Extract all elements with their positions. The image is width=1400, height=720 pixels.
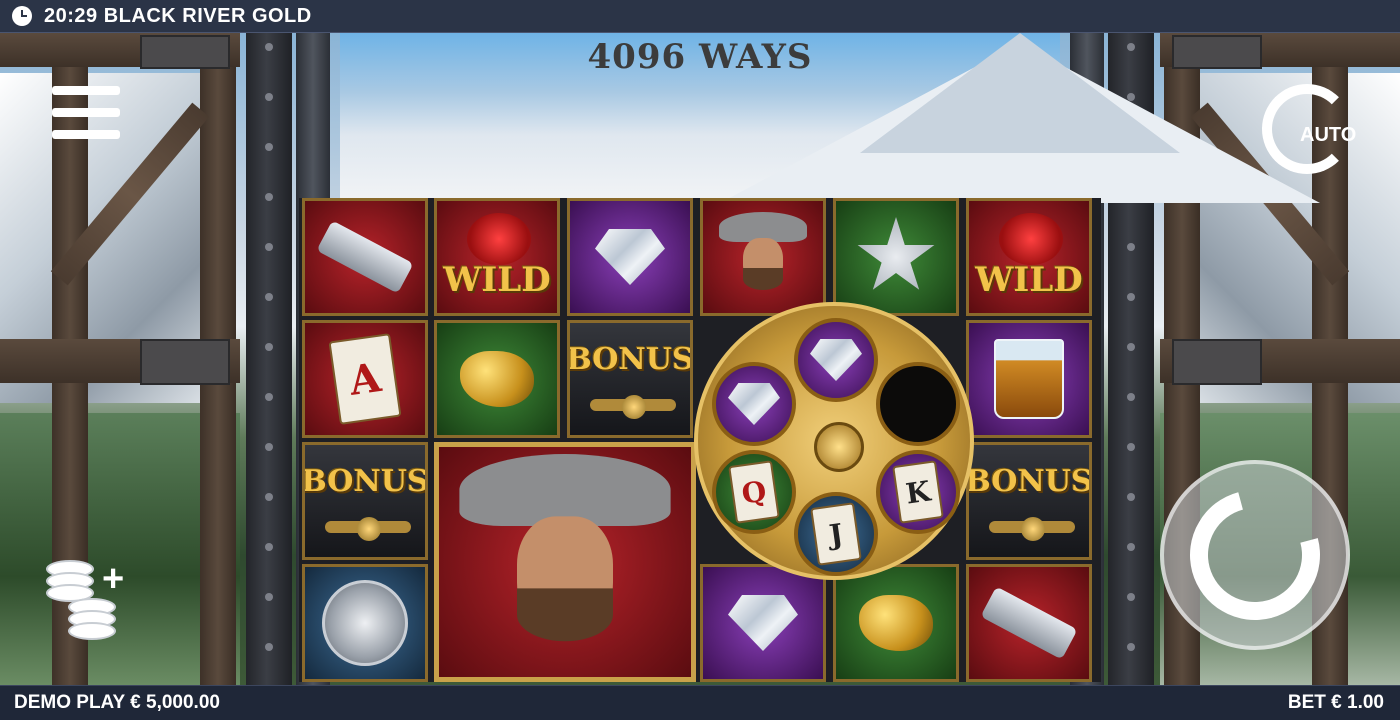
- gold-nugget-icon: [460, 351, 534, 407]
- symbol-ace-cards: A: [302, 320, 428, 438]
- symbol-diamond: [700, 564, 826, 682]
- ways-banner: 4096 WAYS: [587, 37, 813, 77]
- steel-pillar-left: [246, 33, 292, 686]
- symbol-diamond: [567, 198, 693, 316]
- sheriff-star-icon: [857, 217, 935, 290]
- metal-plate: [140, 35, 230, 69]
- gold-nugget-icon: [859, 595, 933, 651]
- metal-plate: [1172, 339, 1262, 385]
- symbol-wild: WILD: [434, 198, 560, 316]
- pistol-icon: [316, 220, 414, 294]
- revolver-cylinder: Q K J: [694, 302, 974, 580]
- symbol-bonus: BONUS: [567, 320, 693, 438]
- symbol-whiskey-glass: [966, 320, 1092, 438]
- autoplay-label: AUTO: [1300, 124, 1357, 146]
- top-bar: 20:29 BLACK RIVER GOLD: [0, 0, 1400, 33]
- pistol-icon: [980, 586, 1078, 660]
- symbol-cowboy-giant: [434, 442, 696, 682]
- metal-plate: [140, 339, 230, 385]
- diamond-icon: [728, 595, 798, 651]
- chamber-king: K: [876, 450, 960, 534]
- symbol-derringer-pistol: [966, 564, 1092, 682]
- rose-icon: [467, 213, 531, 265]
- symbol-gold-nugget: [434, 320, 560, 438]
- diamond-icon: [810, 339, 862, 381]
- plus-icon: +: [102, 558, 125, 600]
- balance-display: DEMO PLAY € 5,000.00: [14, 692, 220, 713]
- symbol-bolo-tie: [302, 564, 428, 682]
- hamburger-icon: [52, 86, 120, 95]
- whiskey-glass-icon: [994, 339, 1064, 419]
- symbol-cowboy: [700, 198, 826, 316]
- menu-button[interactable]: [52, 86, 120, 142]
- clock-icon: [12, 6, 32, 26]
- rose-icon: [999, 213, 1063, 265]
- chamber-jack: J: [794, 492, 878, 576]
- chamber-diamond: [794, 318, 878, 402]
- symbol-wild: WILD: [966, 198, 1092, 316]
- bolo-medallion-icon: [322, 580, 408, 666]
- bet-display: BET € 1.00: [1287, 692, 1384, 713]
- diamond-icon: [595, 229, 665, 285]
- game-title: 20:29 BLACK RIVER GOLD: [44, 4, 312, 27]
- cylinder-center-pin: [814, 422, 864, 472]
- symbol-bonus: BONUS: [966, 442, 1092, 560]
- chamber-diamond: [712, 362, 796, 446]
- bottom-bar: DEMO PLAY € 5,000.00 BET € 1.00: [0, 685, 1400, 720]
- cowboy-icon: [719, 212, 807, 302]
- chamber-empty: [876, 362, 960, 446]
- chamber-queen: Q: [712, 450, 796, 534]
- diamond-icon: [728, 383, 780, 425]
- cowboy-icon: [459, 454, 671, 670]
- symbol-derringer-pistol: [302, 198, 428, 316]
- symbol-gold-nugget: [833, 564, 959, 682]
- symbol-bonus: BONUS: [302, 442, 428, 560]
- symbol-sheriff-badge: [833, 198, 959, 316]
